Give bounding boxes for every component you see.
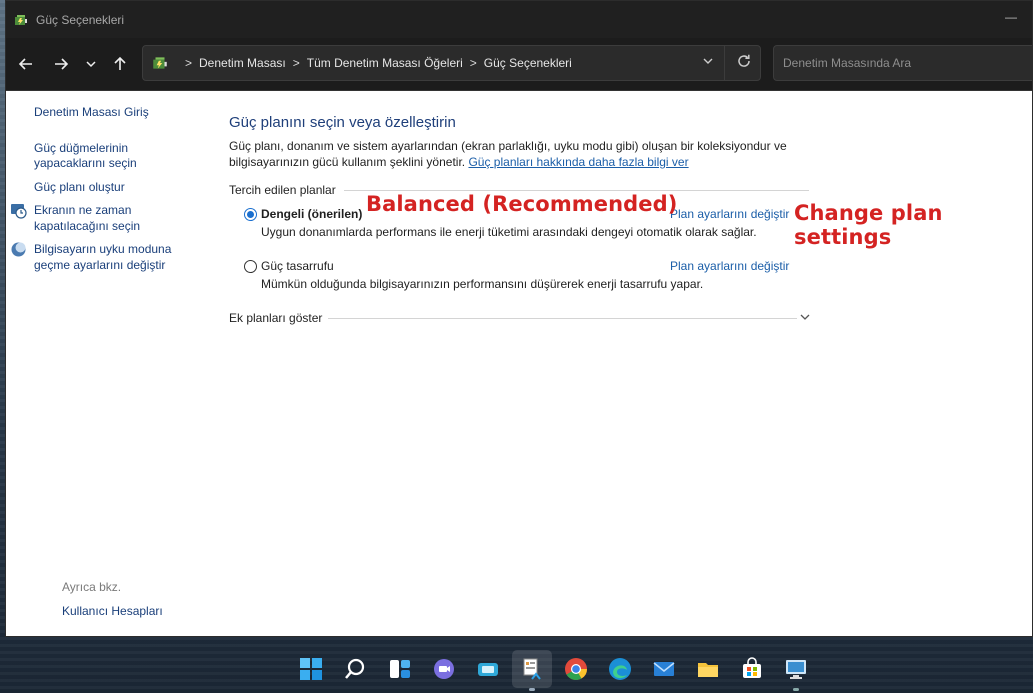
sidebar: Denetim Masası Giriş Güç düğmelerinin ya… — [11, 105, 204, 281]
control-panel-icon[interactable] — [519, 656, 545, 682]
page-description: Güç planı, donanım ve sistem ayarlarında… — [229, 139, 819, 170]
sleep-moon-icon — [11, 242, 26, 257]
search-input[interactable] — [773, 45, 1032, 81]
address-bar[interactable]: > Denetim Masası > Tüm Denetim Masası Öğ… — [142, 45, 761, 81]
chrome-icon[interactable] — [563, 656, 589, 682]
page-title: Güç planını seçin veya özelleştirin — [229, 114, 456, 131]
snip-icon[interactable] — [475, 656, 501, 682]
sidebar-item-power-buttons[interactable]: Güç düğmelerinin yapacaklarını seçin — [34, 141, 152, 172]
breadcrumb-power-options[interactable]: Güç Seçenekleri — [484, 56, 572, 70]
edge-icon[interactable] — [607, 656, 633, 682]
group-divider — [337, 190, 809, 191]
preferred-plans-label: Tercih edilen planlar — [229, 183, 344, 197]
title-bar: Güç Seçenekleri — — [6, 1, 1032, 38]
plan-power-saver: Güç tasarrufu Plan ayarlarını değiştir M… — [229, 259, 819, 299]
plan-name: Dengeli (önerilen) — [261, 207, 363, 221]
plan-description: Mümkün olduğunda bilgisayarınızın perfor… — [261, 277, 704, 291]
store-icon[interactable] — [739, 656, 765, 682]
teams-chat-icon[interactable] — [431, 656, 457, 682]
power-options-window: Güç Seçenekleri — > Denetim Masası > Tüm… — [5, 0, 1033, 637]
windows-start-icon[interactable] — [298, 656, 324, 682]
power-options-app-icon — [15, 14, 27, 25]
learn-more-link[interactable]: Güç planları hakkında daha fazla bilgi v… — [468, 155, 688, 169]
recent-locations-chevron-icon[interactable] — [78, 51, 104, 77]
back-arrow-icon[interactable] — [13, 51, 39, 77]
annotation-balanced: Balanced (Recommended) — [366, 192, 678, 216]
see-also-heading: Ayrıca bkz. — [62, 580, 122, 594]
plan-name: Güç tasarrufu — [261, 259, 334, 273]
file-explorer-icon[interactable] — [695, 656, 721, 682]
change-plan-settings-link[interactable]: Plan ayarlarını değiştir — [670, 259, 789, 273]
breadcrumb-control-panel[interactable]: Denetim Masası — [199, 56, 286, 70]
show-additional-plans-label[interactable]: Ek planları göster — [229, 311, 329, 325]
plan-description: Uygun donanımlarda performans ile enerji… — [261, 225, 757, 239]
search-icon[interactable] — [342, 656, 368, 682]
refresh-icon[interactable] — [736, 53, 752, 72]
mail-icon[interactable] — [651, 656, 677, 682]
up-arrow-icon[interactable] — [107, 51, 133, 77]
change-plan-settings-link[interactable]: Plan ayarlarını değiştir — [670, 207, 789, 221]
address-dropdown-icon[interactable] — [702, 55, 714, 70]
breadcrumb-all-items[interactable]: Tüm Denetim Masası Öğeleri — [307, 56, 463, 70]
power-options-location-icon — [153, 57, 167, 69]
power-saver-radio[interactable] — [244, 260, 257, 273]
extra-divider — [326, 318, 797, 319]
breadcrumb-separator: > — [185, 56, 193, 70]
breadcrumb-separator: > — [469, 56, 477, 70]
expand-chevron-icon[interactable] — [799, 311, 811, 326]
breadcrumb-separator: > — [292, 56, 300, 70]
running-app-indicator — [793, 688, 799, 691]
window-title: Güç Seçenekleri — [36, 12, 125, 27]
navigation-bar: > Denetim Masası > Tüm Denetim Masası Öğ… — [6, 38, 1032, 91]
sidebar-item-create-plan[interactable]: Güç planı oluştur — [34, 180, 204, 196]
sidebar-item-sleep-settings[interactable]: Bilgisayarın uyku moduna geçme ayarların… — [34, 242, 179, 273]
forward-arrow-icon[interactable] — [48, 51, 74, 77]
running-app-indicator — [529, 688, 535, 691]
user-accounts-link[interactable]: Kullanıcı Hesapları — [62, 604, 163, 620]
remote-desktop-icon[interactable] — [783, 656, 809, 682]
balanced-radio[interactable] — [244, 208, 257, 221]
show-additional-plans[interactable]: Ek planları göster — [229, 311, 819, 325]
taskbar — [0, 645, 1033, 693]
widgets-icon[interactable] — [387, 656, 413, 682]
display-clock-icon — [11, 204, 27, 219]
sidebar-item-display-off[interactable]: Ekranın ne zaman kapatılacağını seçin — [34, 203, 154, 234]
main-content: Güç planını seçin veya özelleştirin Güç … — [229, 114, 819, 325]
address-divider — [724, 46, 725, 80]
annotation-change-settings: Change plan settings — [794, 201, 943, 249]
minimize-icon[interactable]: — — [1004, 10, 1018, 24]
sidebar-item-control-panel-home[interactable]: Denetim Masası Giriş — [34, 105, 204, 121]
